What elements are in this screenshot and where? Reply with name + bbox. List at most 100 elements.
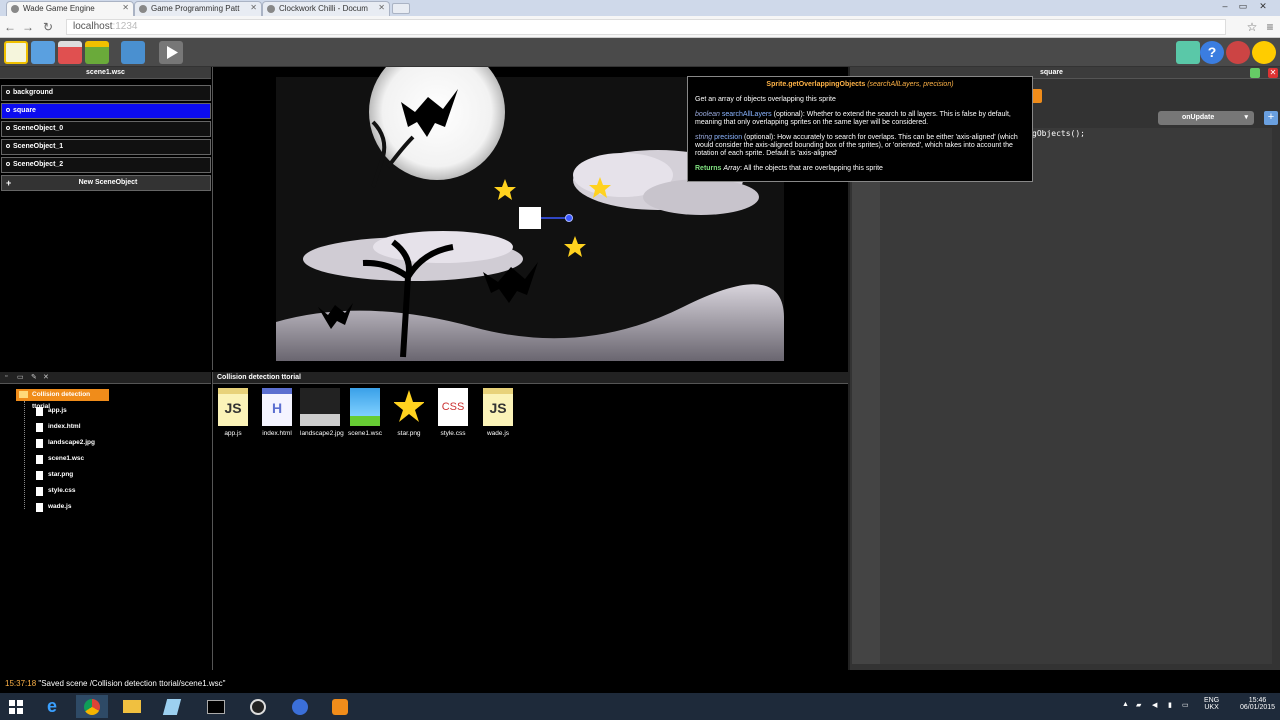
chrome-icon[interactable] xyxy=(76,695,108,718)
internet-explorer-icon[interactable]: e xyxy=(36,695,68,718)
maximize-panel-icon[interactable] xyxy=(1250,68,1260,78)
tree-file-style-css[interactable]: style.css xyxy=(36,485,75,497)
css-file-icon: CSS xyxy=(438,388,468,426)
file-app-js[interactable]: JS app.js xyxy=(213,388,253,437)
media-player-icon[interactable] xyxy=(324,695,356,718)
file-scene1-wsc[interactable]: scene1.wsc xyxy=(345,388,385,437)
help-icon[interactable]: ? xyxy=(1200,41,1224,64)
tree-file-label: wade.js xyxy=(48,503,72,510)
tree-file-star-png[interactable]: star.png xyxy=(36,469,73,481)
scene-file-icon xyxy=(350,388,380,426)
scene-object-square[interactable]: square xyxy=(1,103,211,119)
returns-type: Array xyxy=(723,165,741,172)
system-clock[interactable]: 15:46 06/01/2015 xyxy=(1240,697,1275,711)
delete-icon[interactable]: ✕ xyxy=(43,373,49,381)
close-tab-icon[interactable]: ✕ xyxy=(378,3,385,12)
forward-arrow-icon[interactable]: → xyxy=(20,19,36,35)
file-icon xyxy=(36,455,43,464)
close-window-icon[interactable]: ✕ xyxy=(1254,0,1272,14)
folder-icon[interactable]: ▭ xyxy=(17,373,24,381)
windows-start-icon[interactable] xyxy=(0,695,32,718)
system-tray: ▲ ▰ ◀ ▮ ▭ ENG UKX 15:46 06/01/2015 xyxy=(1120,693,1280,720)
network-icon[interactable]: ▰ xyxy=(1136,701,1141,709)
tray-expand-icon[interactable]: ▲ xyxy=(1122,701,1129,708)
user-avatar-icon[interactable] xyxy=(1226,41,1250,64)
maximize-window-icon[interactable]: ▭ xyxy=(1234,0,1252,14)
code-editor[interactable]: gObjects(); xyxy=(880,128,1272,664)
scene-object-0[interactable]: SceneObject_0 xyxy=(1,121,211,137)
browser-tab-clockwork[interactable]: Clockwork Chilli - Docum ✕ xyxy=(262,1,390,16)
object-label: SceneObject_1 xyxy=(13,143,64,150)
close-panel-icon[interactable]: ✕ xyxy=(1268,68,1278,78)
file-wade-js[interactable]: JS wade.js xyxy=(478,388,518,437)
notification-icon[interactable]: ▭ xyxy=(1182,701,1189,709)
file-star-png[interactable]: star.png xyxy=(389,388,429,437)
play-button[interactable] xyxy=(159,41,183,64)
status-time: 15:37:18 xyxy=(5,679,37,688)
tooltip-returns: Returns Array: All the objects that are … xyxy=(695,165,1025,173)
square-sprite xyxy=(519,207,541,229)
tree-file-label: landscape2.jpg xyxy=(48,439,95,446)
param-name: precision xyxy=(714,134,743,141)
scene-panel-title: scene1.wsc xyxy=(0,67,211,79)
headphones-app-icon[interactable] xyxy=(284,695,316,718)
scene-object-2[interactable]: SceneObject_2 xyxy=(1,157,211,173)
url-input[interactable]: localhost:1234 xyxy=(66,19,1226,35)
browser-tab-wade[interactable]: Wade Game Engine ✕ xyxy=(6,1,134,16)
browser-tab-patterns[interactable]: Game Programming Patt ✕ xyxy=(134,1,262,16)
battery-icon[interactable]: ▮ xyxy=(1168,701,1172,709)
volume-icon[interactable]: ◀ xyxy=(1152,701,1157,709)
new-tab-button[interactable] xyxy=(392,3,410,14)
event-select[interactable]: onUpdate ▾ xyxy=(1158,111,1254,125)
tree-file-index-html[interactable]: index.html xyxy=(36,421,81,433)
reload-icon[interactable]: ↻ xyxy=(40,19,56,35)
close-tab-icon[interactable]: ✕ xyxy=(122,3,129,12)
file-label: index.html xyxy=(262,430,292,437)
file-icon xyxy=(36,439,43,448)
tree-guide xyxy=(24,401,25,509)
add-event-button[interactable]: + xyxy=(1264,111,1278,125)
file-index-html[interactable]: H index.html xyxy=(257,388,297,437)
tree-file-wade-js[interactable]: wade.js xyxy=(36,501,72,513)
scene-object-1[interactable]: SceneObject_1 xyxy=(1,139,211,155)
new-project-icon[interactable] xyxy=(4,41,28,64)
close-tab-icon[interactable]: ✕ xyxy=(250,3,257,12)
url-host: localhost xyxy=(73,21,113,32)
store-icon[interactable] xyxy=(1176,41,1200,64)
tree-file-landscape2-jpg[interactable]: landscape2.jpg xyxy=(36,437,95,449)
tooltip-title: Sprite.getOverlappingObjects (searchAllL… xyxy=(695,81,1025,88)
file-style-css[interactable]: CSS style.css xyxy=(433,388,473,437)
bookmark-star-icon[interactable]: ☆ xyxy=(1244,19,1260,35)
back-arrow-icon[interactable]: ← xyxy=(2,19,18,35)
browser-address-bar: ← → ↻ localhost:1234 ☆ ≡ xyxy=(0,16,1280,38)
tab-title: Clockwork Chilli - Docum xyxy=(279,4,368,13)
rename-icon[interactable]: ✎ xyxy=(31,373,37,381)
move-arrows-icon[interactable] xyxy=(121,41,145,64)
open-folder-icon[interactable] xyxy=(31,41,55,64)
notepad-icon[interactable] xyxy=(156,695,188,718)
keyboard-language[interactable]: ENG UKX xyxy=(1204,697,1219,711)
menu-hamburger-icon[interactable]: ≡ xyxy=(1262,19,1278,35)
tooltip-args: (searchAllLayers, precision) xyxy=(867,81,954,88)
param-type: boolean xyxy=(695,111,720,118)
minimize-window-icon[interactable]: – xyxy=(1216,0,1234,14)
tree-file-label: scene1.wsc xyxy=(48,455,85,462)
command-prompt-icon[interactable] xyxy=(200,695,232,718)
scene-object-background[interactable]: background xyxy=(1,85,211,101)
obs-icon[interactable] xyxy=(242,695,274,718)
tree-file-scene1-wsc[interactable]: scene1.wsc xyxy=(36,453,85,465)
smiley-icon[interactable] xyxy=(1252,41,1276,64)
star-icon xyxy=(394,390,424,422)
project-folder[interactable]: Collision detection ttorial xyxy=(16,389,109,410)
file-explorer-icon[interactable] xyxy=(116,695,148,718)
tree-file-app-js[interactable]: app.js xyxy=(36,405,67,417)
lang-secondary: UKX xyxy=(1204,704,1219,711)
save-disk-icon[interactable] xyxy=(58,41,82,64)
file-icon[interactable]: ▫ xyxy=(5,373,7,380)
file-landscape2-jpg[interactable]: landscape2.jpg xyxy=(300,388,344,437)
export-icon[interactable] xyxy=(85,41,109,64)
rotation-handle xyxy=(565,214,573,222)
status-bar: 15:37:18 "Saved scene /Collision detecti… xyxy=(0,677,1280,692)
file-label: scene1.wsc xyxy=(348,430,382,437)
new-scene-object-button[interactable]: + New SceneObject xyxy=(1,175,211,191)
